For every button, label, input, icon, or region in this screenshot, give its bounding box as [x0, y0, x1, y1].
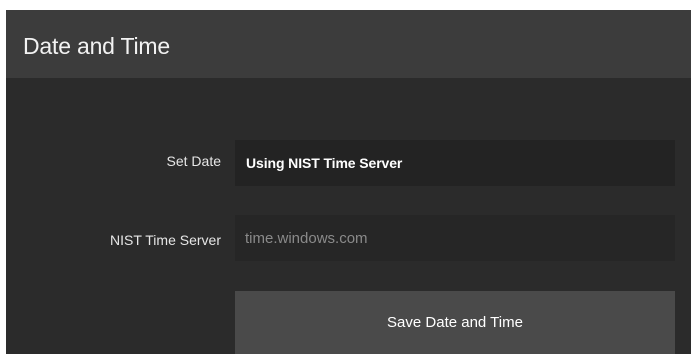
panel-header: Date and Time: [6, 10, 691, 78]
set-date-label: Set Date: [166, 153, 221, 169]
date-time-panel: Date and Time Set Date Using NIST Time S…: [6, 10, 691, 354]
save-date-time-button[interactable]: Save Date and Time: [235, 291, 675, 354]
nist-time-server-label: NIST Time Server: [110, 232, 221, 248]
page-background: Date and Time Set Date Using NIST Time S…: [0, 0, 697, 354]
set-date-select[interactable]: Using NIST Time Server: [235, 140, 675, 186]
set-date-selected-value: Using NIST Time Server: [246, 155, 403, 171]
nist-time-server-input[interactable]: [235, 215, 675, 261]
panel-title: Date and Time: [23, 33, 170, 59]
